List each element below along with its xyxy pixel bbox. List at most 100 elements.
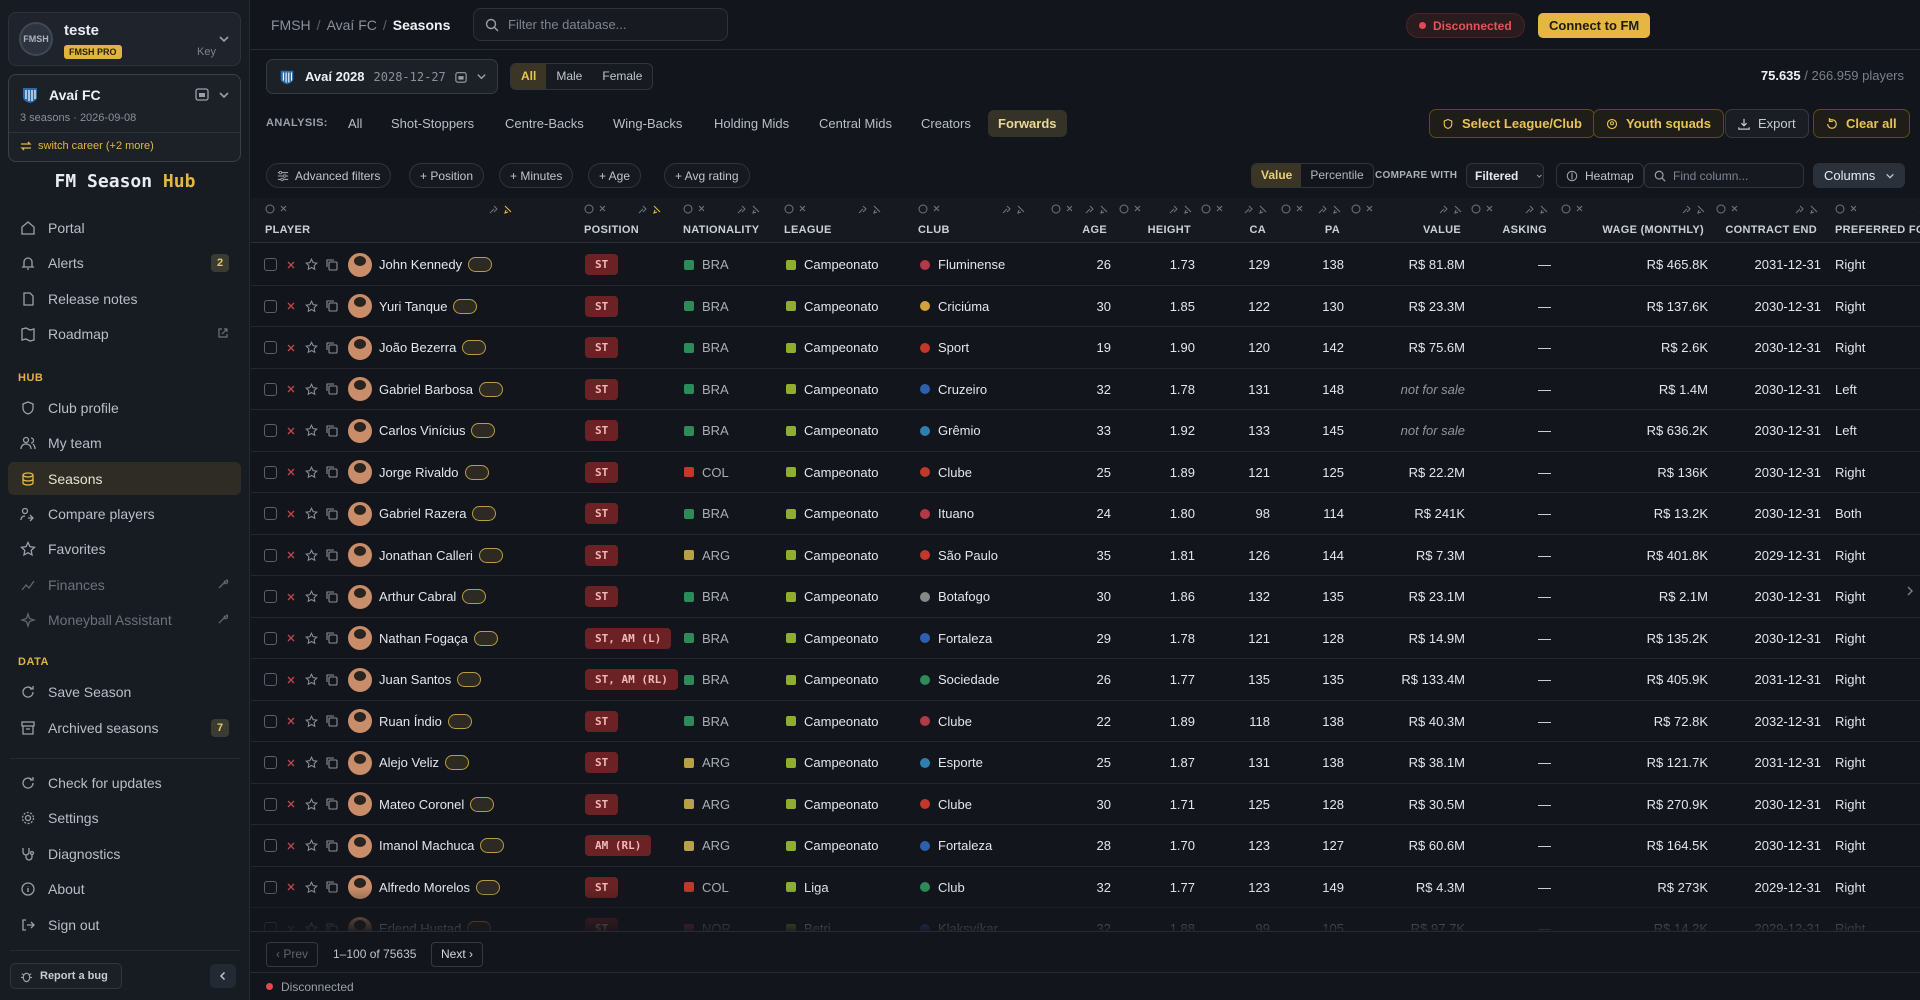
column-header-pos[interactable]: POSITION xyxy=(578,198,666,243)
column-info-icon[interactable] xyxy=(1051,204,1074,214)
clear-all-button[interactable]: Clear all xyxy=(1813,109,1910,138)
column-header-wage[interactable]: WAGE (MONTHLY) xyxy=(1555,198,1710,243)
column-header-pa[interactable]: PA xyxy=(1275,198,1346,243)
column-header-league[interactable]: LEAGUE xyxy=(778,198,886,243)
club-cell[interactable]: Clube xyxy=(920,784,972,825)
sidebar-item-diagnostics[interactable]: Diagnostics xyxy=(8,837,241,870)
copy-icon[interactable] xyxy=(326,286,338,327)
connect-fm-button[interactable]: Connect to FM xyxy=(1538,13,1651,38)
league-cell[interactable]: Campeonato xyxy=(786,410,878,451)
player-name[interactable]: Ruan Índio xyxy=(379,714,442,729)
advanced-filters-button[interactable]: Advanced filters xyxy=(266,163,392,188)
club-cell[interactable]: Esporte xyxy=(920,742,983,783)
club-cell[interactable]: Fortaleza xyxy=(920,618,992,659)
copy-icon[interactable] xyxy=(326,535,338,576)
add-age-filter[interactable]: + Age xyxy=(588,163,642,188)
analysis-tab-all[interactable]: All xyxy=(338,110,372,137)
player-name[interactable]: Yuri Tanque xyxy=(379,299,447,314)
column-sort-icon[interactable] xyxy=(1795,204,1819,214)
analysis-tab-wing-backs[interactable]: Wing-Backs xyxy=(603,110,692,137)
player-cell[interactable]: Jonathan Calleri xyxy=(348,535,503,576)
table-row[interactable]: Carlos Vinícius ST BRA Campeonato Grêmio 33 1.… xyxy=(251,410,1920,452)
column-info-icon[interactable] xyxy=(1561,204,1584,214)
copy-icon[interactable] xyxy=(326,244,338,285)
copy-icon[interactable] xyxy=(326,493,338,534)
sidebar-item-finances[interactable]: Finances xyxy=(8,568,241,601)
column-header-height[interactable]: HEIGHT xyxy=(1113,198,1197,243)
league-cell[interactable]: Campeonato xyxy=(786,576,878,617)
sidebar-item-release-notes[interactable]: Release notes xyxy=(8,282,241,315)
league-cell[interactable]: Campeonato xyxy=(786,618,878,659)
league-cell[interactable]: Campeonato xyxy=(786,452,878,493)
column-info-icon[interactable] xyxy=(265,204,288,214)
favorite-star-icon[interactable] xyxy=(305,825,318,866)
table-row[interactable]: Imanol Machuca AM (RL) ARG Campeonato Fortal… xyxy=(251,825,1920,867)
copy-icon[interactable] xyxy=(326,742,338,783)
sidebar-item-check-updates[interactable]: Check for updates xyxy=(8,766,241,799)
add-minutes-filter[interactable]: + Minutes xyxy=(499,163,574,188)
column-info-icon[interactable] xyxy=(1835,204,1858,214)
column-header-nat[interactable]: NATIONALITY xyxy=(677,198,765,243)
remove-row-icon[interactable] xyxy=(286,618,296,659)
remove-row-icon[interactable] xyxy=(286,535,296,576)
column-info-icon[interactable] xyxy=(1471,204,1494,214)
league-cell[interactable]: Campeonato xyxy=(786,535,878,576)
column-sort-icon[interactable] xyxy=(638,204,662,214)
table-row[interactable]: Gabriel Razera ST BRA Campeonato Ituano 24 1.8… xyxy=(251,493,1920,535)
remove-row-icon[interactable] xyxy=(286,701,296,742)
column-sort-icon[interactable] xyxy=(858,204,882,214)
favorite-star-icon[interactable] xyxy=(305,618,318,659)
favorite-star-icon[interactable] xyxy=(305,659,318,700)
sidebar-item-club-profile[interactable]: Club profile xyxy=(8,391,241,424)
row-checkbox[interactable] xyxy=(264,701,277,742)
sidebar-item-roadmap[interactable]: Roadmap xyxy=(8,317,241,350)
column-sort-icon[interactable] xyxy=(1002,204,1026,214)
collapse-sidebar-button[interactable] xyxy=(210,964,236,988)
table-row[interactable]: Gabriel Barbosa ST BRA Campeonato Cruzeiro 32… xyxy=(251,369,1920,410)
favorite-star-icon[interactable] xyxy=(305,286,318,327)
column-header-value[interactable]: VALUE xyxy=(1345,198,1467,243)
club-cell[interactable]: Fortaleza xyxy=(920,825,992,866)
player-name[interactable]: Alejo Veliz xyxy=(379,755,439,770)
player-cell[interactable]: Ruan Índio xyxy=(348,701,472,742)
club-cell[interactable]: Fluminense xyxy=(920,244,1005,285)
prev-page-button[interactable]: ‹ Prev xyxy=(266,942,319,967)
copy-icon[interactable] xyxy=(326,327,338,368)
player-name[interactable]: Arthur Cabral xyxy=(379,589,456,604)
league-cell[interactable]: Campeonato xyxy=(786,742,878,783)
club-cell[interactable]: Sport xyxy=(920,327,969,368)
row-checkbox[interactable] xyxy=(264,535,277,576)
copy-icon[interactable] xyxy=(326,701,338,742)
remove-row-icon[interactable] xyxy=(286,327,296,368)
row-checkbox[interactable] xyxy=(264,286,277,327)
column-info-icon[interactable] xyxy=(1119,204,1142,214)
row-checkbox[interactable] xyxy=(264,742,277,783)
row-checkbox[interactable] xyxy=(264,784,277,825)
player-cell[interactable]: Arthur Cabral xyxy=(348,576,487,617)
column-info-icon[interactable] xyxy=(918,204,941,214)
club-cell[interactable]: Clube xyxy=(920,701,972,742)
columns-button[interactable]: Columns xyxy=(1813,163,1905,188)
league-cell[interactable]: Campeonato xyxy=(786,286,878,327)
season-selector[interactable]: Avaí 2028 2028-12-27 xyxy=(266,59,498,94)
player-name[interactable]: Nathan Fogaça xyxy=(379,631,468,646)
favorite-star-icon[interactable] xyxy=(305,244,318,285)
row-checkbox[interactable] xyxy=(264,452,277,493)
league-cell[interactable]: Campeonato xyxy=(786,659,878,700)
player-name[interactable]: John Kennedy xyxy=(379,257,462,272)
gender-female[interactable]: Female xyxy=(592,64,652,89)
copy-icon[interactable] xyxy=(326,452,338,493)
find-column-input[interactable] xyxy=(1673,168,1793,183)
add-position-filter[interactable]: + Position xyxy=(409,163,485,188)
sidebar-item-my-team[interactable]: My team xyxy=(8,426,241,459)
column-sort-icon[interactable] xyxy=(1085,204,1109,214)
copy-icon[interactable] xyxy=(326,659,338,700)
favorite-star-icon[interactable] xyxy=(305,327,318,368)
table-row[interactable]: Jonathan Calleri ST ARG Campeonato São Paulo… xyxy=(251,535,1920,576)
add-avg-rating-filter[interactable]: + Avg rating xyxy=(664,163,750,188)
club-cell[interactable]: Criciúma xyxy=(920,286,989,327)
favorite-star-icon[interactable] xyxy=(305,535,318,576)
row-checkbox[interactable] xyxy=(264,369,277,410)
club-cell[interactable]: Grêmio xyxy=(920,410,981,451)
table-row[interactable]: Yuri Tanque ST BRA Campeonato Criciúma 30 1.85… xyxy=(251,286,1920,327)
